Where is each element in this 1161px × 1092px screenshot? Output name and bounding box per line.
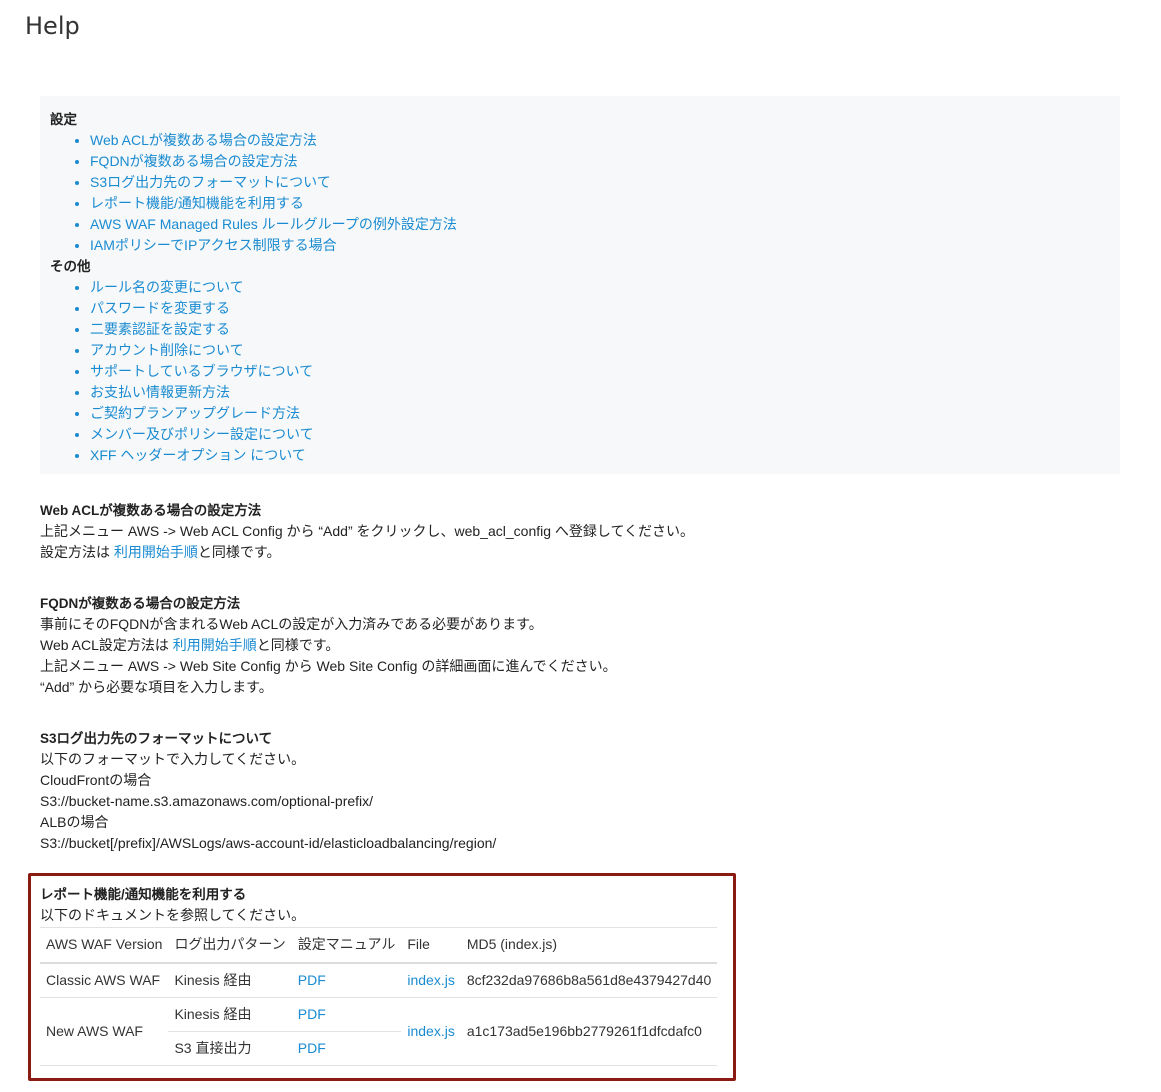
toc-item: FQDNが複数ある場合の設定方法 — [90, 151, 1110, 172]
file-cell: index.js — [401, 997, 461, 1066]
getting-started-link[interactable]: 利用開始手順 — [114, 544, 198, 560]
file-link[interactable]: index.js — [407, 972, 454, 988]
section-text: 設定方法は 利用開始手順と同様です。 — [40, 544, 281, 560]
toc-item: S3ログ出力先のフォーマットについて — [90, 172, 1110, 193]
help-table-of-contents: 設定 Web ACLが複数ある場合の設定方法 FQDNが複数ある場合の設定方法 … — [40, 96, 1120, 474]
toc-settings-heading: 設定 — [50, 112, 77, 127]
toc-link-members-policy[interactable]: メンバー及びポリシー設定について — [90, 426, 314, 442]
toc-item: ルール名の変更について — [90, 277, 1110, 298]
pattern-cell: S3 直接出力 — [168, 1031, 292, 1066]
section-text: “Add” から必要な項目を入力します。 — [40, 679, 273, 695]
column-header: 設定マニュアル — [291, 927, 402, 964]
table-row: Classic AWS WAF Kinesis 経由 PDF index.js … — [40, 963, 718, 998]
md5-cell: 8cf232da97686b8a561d8e4379427d40 — [460, 963, 718, 998]
section-title: S3ログ出力先のフォーマットについて — [40, 731, 273, 746]
getting-started-link[interactable]: 利用開始手順 — [173, 637, 257, 653]
pdf-link[interactable]: PDF — [298, 1006, 326, 1022]
section-title: レポート機能/通知機能を利用する — [40, 887, 247, 902]
manual-cell: PDF — [291, 997, 402, 1032]
manual-cell: PDF — [291, 963, 402, 998]
documents-table: AWS WAF Version ログ出力パターン 設定マニュアル File MD… — [40, 927, 718, 1066]
section-fqdn: FQDNが複数ある場合の設定方法 事前にそのFQDNが含まれるWeb ACLの設… — [40, 593, 617, 698]
pdf-link[interactable]: PDF — [298, 972, 326, 988]
column-header: AWS WAF Version — [40, 927, 169, 964]
toc-settings-list: Web ACLが複数ある場合の設定方法 FQDNが複数ある場合の設定方法 S3ロ… — [50, 130, 1110, 256]
section-text: CloudFrontの場合 — [40, 772, 152, 788]
section-text: Web ACL設定方法は 利用開始手順と同様です。 — [40, 637, 340, 653]
section-webacl: Web ACLが複数ある場合の設定方法 上記メニュー AWS -> Web AC… — [40, 500, 694, 563]
toc-link-2fa[interactable]: 二要素認証を設定する — [90, 321, 230, 337]
table-header-row: AWS WAF Version ログ出力パターン 設定マニュアル File MD… — [40, 927, 718, 964]
toc-link-managed-rules[interactable]: AWS WAF Managed Rules ルールグループの例外設定方法 — [90, 216, 457, 232]
section-text: S3://bucket-name.s3.amazonaws.com/option… — [40, 793, 374, 809]
section-report: レポート機能/通知機能を利用する 以下のドキュメントを参照してください。 AWS… — [40, 884, 720, 1066]
column-header: ログ出力パターン — [168, 927, 292, 964]
section-text: 以下のフォーマットで入力してください。 — [40, 751, 306, 767]
toc-item: お支払い情報更新方法 — [90, 382, 1110, 403]
table-row: New AWS WAF Kinesis 経由 PDF index.js a1c1… — [40, 997, 718, 1066]
pattern-cell: Kinesis 経由 — [168, 997, 292, 1032]
toc-link-iam-policy[interactable]: IAMポリシーでIPアクセス制限する場合 — [90, 237, 337, 253]
section-text: 上記メニュー AWS -> Web Site Config から Web Sit… — [40, 658, 617, 674]
pattern-cell: Kinesis 経由 — [168, 963, 292, 998]
page-title: Help — [25, 12, 80, 40]
toc-link-plan-upgrade[interactable]: ご契約プランアップグレード方法 — [90, 405, 300, 421]
section-title: Web ACLが複数ある場合の設定方法 — [40, 503, 262, 518]
pdf-link[interactable]: PDF — [298, 1040, 326, 1056]
version-cell: New AWS WAF — [40, 997, 169, 1066]
toc-item: アカウント削除について — [90, 340, 1110, 361]
section-text: S3://bucket[/prefix]/AWSLogs/aws-account… — [40, 835, 497, 851]
toc-item: 二要素認証を設定する — [90, 319, 1110, 340]
toc-link-report[interactable]: レポート機能/通知機能を利用する — [90, 195, 304, 211]
manual-cell: PDF — [291, 1031, 402, 1066]
section-text: 上記メニュー AWS -> Web ACL Config から “Add” をク… — [40, 523, 695, 539]
toc-item: レポート機能/通知機能を利用する — [90, 193, 1110, 214]
toc-item: パスワードを変更する — [90, 298, 1110, 319]
toc-item: AWS WAF Managed Rules ルールグループの例外設定方法 — [90, 214, 1110, 235]
file-link[interactable]: index.js — [407, 1023, 454, 1039]
toc-item: IAMポリシーでIPアクセス制限する場合 — [90, 235, 1110, 256]
md5-cell: a1c173ad5e196bb2779261f1dfcdafc0 — [460, 997, 718, 1066]
toc-other-heading: その他 — [50, 259, 91, 274]
toc-link-webacl[interactable]: Web ACLが複数ある場合の設定方法 — [90, 132, 317, 148]
toc-link-xff[interactable]: XFF ヘッダーオプション について — [90, 447, 306, 463]
section-text: ALBの場合 — [40, 814, 109, 830]
toc-item: XFF ヘッダーオプション について — [90, 445, 1110, 466]
toc-link-password[interactable]: パスワードを変更する — [90, 300, 230, 316]
toc-item: メンバー及びポリシー設定について — [90, 424, 1110, 445]
toc-link-browsers[interactable]: サポートしているブラウザについて — [90, 363, 313, 379]
section-text: 以下のドキュメントを参照してください。 — [40, 907, 306, 923]
file-cell: index.js — [401, 963, 461, 998]
toc-link-fqdn[interactable]: FQDNが複数ある場合の設定方法 — [90, 153, 298, 169]
toc-link-payment[interactable]: お支払い情報更新方法 — [90, 384, 230, 400]
toc-other-list: ルール名の変更について パスワードを変更する 二要素認証を設定する アカウント削… — [50, 277, 1110, 466]
section-s3-format: S3ログ出力先のフォーマットについて 以下のフォーマットで入力してください。 C… — [40, 728, 496, 854]
toc-item: ご契約プランアップグレード方法 — [90, 403, 1110, 424]
toc-link-rule-name[interactable]: ルール名の変更について — [90, 279, 244, 295]
column-header: File — [401, 927, 461, 964]
toc-item: サポートしているブラウザについて — [90, 361, 1110, 382]
section-text: 事前にそのFQDNが含まれるWeb ACLの設定が入力済みである必要があります。 — [40, 616, 543, 632]
version-cell: Classic AWS WAF — [40, 963, 169, 998]
toc-link-s3-format[interactable]: S3ログ出力先のフォーマットについて — [90, 174, 331, 190]
column-header: MD5 (index.js) — [460, 927, 718, 964]
section-title: FQDNが複数ある場合の設定方法 — [40, 596, 241, 611]
toc-link-account-delete[interactable]: アカウント削除について — [90, 342, 244, 358]
toc-item: Web ACLが複数ある場合の設定方法 — [90, 130, 1110, 151]
